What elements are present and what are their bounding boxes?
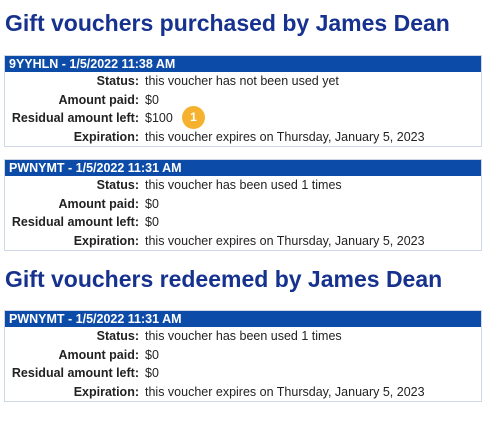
status-value: this voucher has been used 1 times: [145, 329, 342, 343]
expiration-label: Expiration:: [73, 384, 139, 399]
status-row: Status: this voucher has been used 1 tim…: [5, 327, 481, 346]
status-label: Status:: [96, 178, 139, 192]
residual-row: Residual amount left: $0: [5, 213, 481, 232]
amount-paid-row: Amount paid: $0: [5, 346, 481, 365]
amount-paid-label: Amount paid:: [58, 92, 139, 107]
expiration-value: this voucher expires on Thursday, Januar…: [145, 129, 425, 144]
annotation-badge: 1: [182, 106, 205, 129]
amount-paid-value: $0: [145, 92, 159, 107]
expiration-value: this voucher expires on Thursday, Januar…: [145, 384, 425, 399]
expiration-value: this voucher expires on Thursday, Januar…: [145, 233, 425, 248]
residual-label: Residual amount left:: [11, 366, 139, 380]
status-value: this voucher has not been used yet: [145, 74, 339, 88]
residual-label: Residual amount left:: [11, 111, 139, 125]
voucher-card: PWNYMT - 1/5/2022 11:31 AM Status: this …: [4, 159, 482, 251]
status-label: Status:: [96, 74, 139, 88]
expiration-row: Expiration: this voucher expires on Thur…: [5, 128, 481, 147]
status-row: Status: this voucher has not been used y…: [5, 72, 481, 91]
amount-paid-row: Amount paid: $0: [5, 195, 481, 214]
voucher-header: 9YYHLN - 1/5/2022 11:38 AM: [5, 56, 481, 72]
amount-paid-value: $0: [145, 196, 159, 211]
status-value: this voucher has been used 1 times: [145, 178, 342, 192]
redeemed-section-title: Gift vouchers redeemed by James Dean: [5, 266, 443, 292]
residual-value: $0: [145, 366, 159, 380]
amount-paid-label: Amount paid:: [58, 196, 139, 211]
voucher-card: PWNYMT - 1/5/2022 11:31 AM Status: this …: [4, 310, 482, 402]
expiration-row: Expiration: this voucher expires on Thur…: [5, 232, 481, 251]
residual-row: Residual amount left: $0: [5, 364, 481, 383]
voucher-card: 9YYHLN - 1/5/2022 11:38 AM Status: this …: [4, 55, 482, 147]
expiration-label: Expiration:: [73, 129, 139, 144]
status-label: Status:: [96, 329, 139, 343]
amount-paid-row: Amount paid: $0: [5, 91, 481, 110]
expiration-row: Expiration: this voucher expires on Thur…: [5, 383, 481, 402]
status-row: Status: this voucher has been used 1 tim…: [5, 176, 481, 195]
voucher-header: PWNYMT - 1/5/2022 11:31 AM: [5, 160, 481, 176]
residual-label: Residual amount left:: [11, 215, 139, 229]
amount-paid-value: $0: [145, 347, 159, 362]
residual-row: Residual amount left: $100: [5, 109, 481, 128]
purchased-section-title: Gift vouchers purchased by James Dean: [5, 10, 450, 36]
voucher-header: PWNYMT - 1/5/2022 11:31 AM: [5, 311, 481, 327]
residual-value: $0: [145, 215, 159, 229]
expiration-label: Expiration:: [73, 233, 139, 248]
residual-value: $100: [145, 111, 173, 125]
amount-paid-label: Amount paid:: [58, 347, 139, 362]
